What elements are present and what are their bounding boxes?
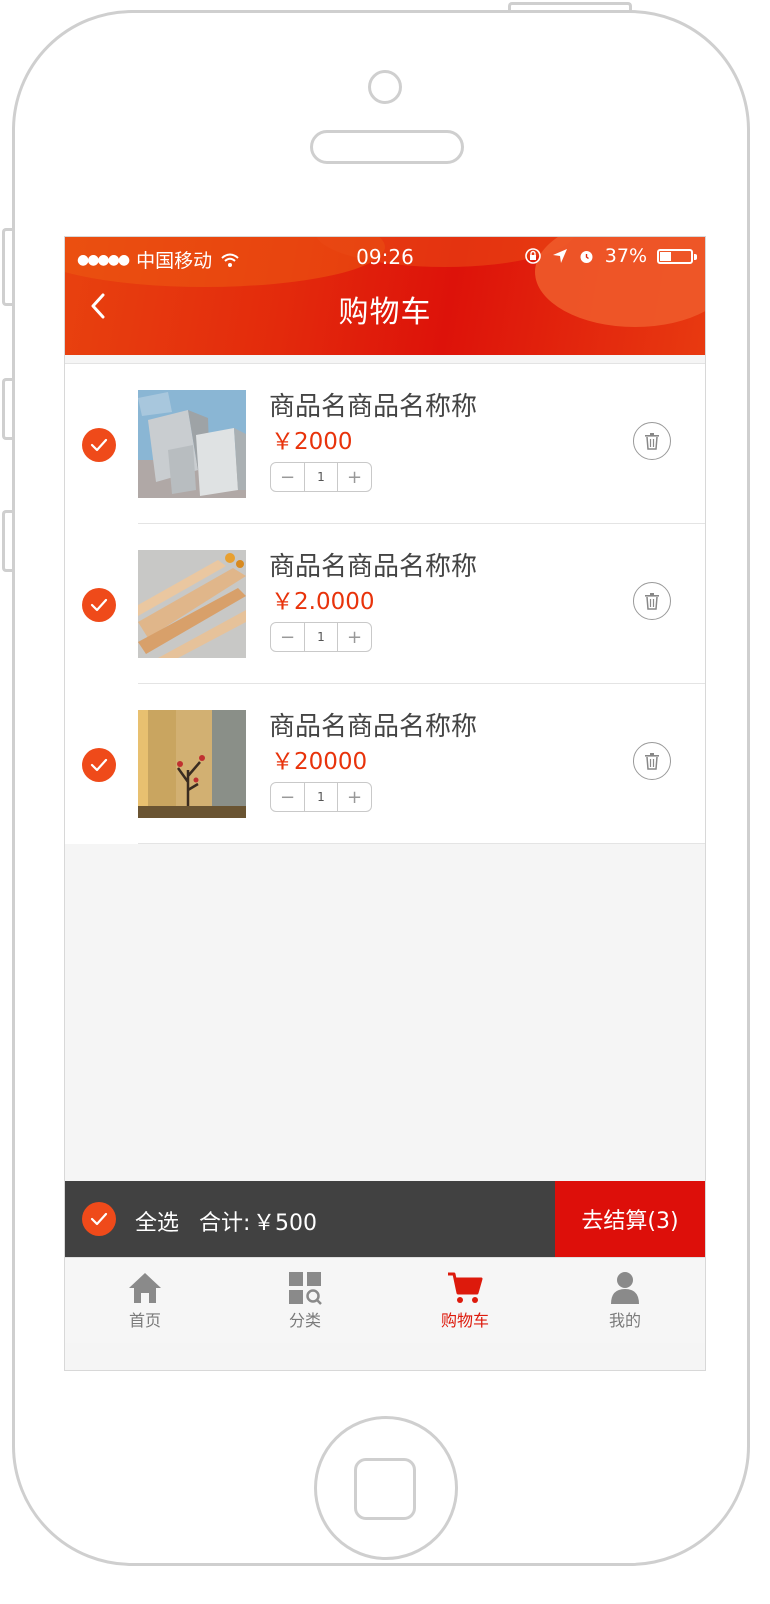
tab-label: 购物车 bbox=[440, 1310, 489, 1330]
earpiece-speaker bbox=[310, 130, 464, 164]
battery-icon bbox=[657, 248, 697, 264]
checkmark-icon bbox=[90, 758, 108, 772]
checkout-bar: 全选 合计: ￥500 去结算(3) bbox=[65, 1181, 705, 1257]
product-price: ￥2000 bbox=[271, 429, 353, 455]
select-all-checkbox[interactable] bbox=[82, 1202, 116, 1236]
header-bar: ●●●●● 中国移动 09:26 37% 购物车 bbox=[65, 237, 705, 355]
product-name[interactable]: 商品名商品名称称 bbox=[269, 546, 477, 583]
item-checkbox[interactable] bbox=[82, 588, 116, 622]
tab-cart[interactable]: 购物车 bbox=[385, 1258, 545, 1343]
bottom-tab-bar: 首页 分类 购物车 我的 bbox=[65, 1257, 705, 1343]
tab-label: 我的 bbox=[608, 1310, 641, 1330]
total-amount: ￥500 bbox=[253, 1211, 317, 1236]
tab-profile[interactable]: 我的 bbox=[545, 1258, 705, 1343]
tab-home[interactable]: 首页 bbox=[65, 1258, 225, 1343]
select-all-label[interactable]: 全选 bbox=[135, 1205, 179, 1237]
user-icon bbox=[611, 1271, 639, 1304]
delete-button[interactable] bbox=[633, 422, 671, 460]
quantity-stepper: − 1 + bbox=[270, 782, 372, 812]
checkmark-icon bbox=[90, 438, 108, 452]
page-title: 购物车 bbox=[338, 295, 432, 330]
product-name[interactable]: 商品名商品名称称 bbox=[269, 706, 477, 743]
product-image[interactable] bbox=[138, 550, 246, 658]
checkout-button[interactable]: 去结算(3) bbox=[555, 1181, 705, 1257]
item-checkbox[interactable] bbox=[82, 748, 116, 782]
quantity-stepper: − 1 + bbox=[270, 622, 372, 652]
battery-percent: 37% bbox=[604, 245, 647, 267]
checkmark-icon bbox=[90, 1212, 108, 1226]
trash-icon bbox=[645, 593, 659, 610]
home-icon bbox=[129, 1272, 161, 1303]
quantity-stepper: − 1 + bbox=[270, 462, 372, 492]
decrease-quantity-button[interactable]: − bbox=[271, 783, 304, 811]
front-camera bbox=[368, 70, 402, 104]
cart-list: 商品名商品名称称 ￥2000 − 1 + 商品名商品名称称 ￥2.0000 − … bbox=[65, 363, 705, 844]
delete-button[interactable] bbox=[633, 742, 671, 780]
location-arrow-icon bbox=[552, 249, 567, 263]
cart-item: 商品名商品名称称 ￥2.0000 − 1 + bbox=[65, 524, 705, 684]
alarm-icon bbox=[580, 250, 593, 263]
category-icon bbox=[289, 1271, 322, 1305]
increase-quantity-button[interactable]: + bbox=[338, 783, 371, 811]
decrease-quantity-button[interactable]: − bbox=[271, 623, 304, 651]
product-image[interactable] bbox=[138, 710, 246, 818]
quantity-value[interactable]: 1 bbox=[304, 783, 338, 811]
status-icons: 37% bbox=[524, 245, 697, 267]
home-button-square bbox=[354, 1458, 416, 1520]
item-divider bbox=[138, 843, 705, 844]
item-checkbox[interactable] bbox=[82, 428, 116, 462]
trash-icon bbox=[645, 433, 659, 450]
battery-fill bbox=[660, 251, 671, 261]
product-price: ￥2.0000 bbox=[271, 589, 375, 615]
tab-label: 分类 bbox=[288, 1310, 321, 1330]
app-screen: ●●●●● 中国移动 09:26 37% 购物车 商品名商品名称称 ￥2000 … bbox=[64, 236, 706, 1371]
increase-quantity-button[interactable]: + bbox=[338, 463, 371, 491]
quantity-value[interactable]: 1 bbox=[304, 623, 338, 651]
increase-quantity-button[interactable]: + bbox=[338, 623, 371, 651]
product-image[interactable] bbox=[138, 390, 246, 498]
cart-item: 商品名商品名称称 ￥20000 − 1 + bbox=[65, 684, 705, 844]
cart-item: 商品名商品名称称 ￥2000 − 1 + bbox=[65, 364, 705, 524]
total-label: 合计: bbox=[199, 1211, 251, 1236]
checkmark-icon bbox=[90, 598, 108, 612]
product-name[interactable]: 商品名商品名称称 bbox=[269, 386, 477, 423]
tab-label: 首页 bbox=[128, 1310, 161, 1330]
decrease-quantity-button[interactable]: − bbox=[271, 463, 304, 491]
orientation-lock-icon bbox=[524, 248, 541, 264]
product-price: ￥20000 bbox=[271, 749, 368, 775]
delete-button[interactable] bbox=[633, 582, 671, 620]
quantity-value[interactable]: 1 bbox=[304, 463, 338, 491]
battery-tip bbox=[694, 253, 697, 260]
status-bar: ●●●●● 中国移动 09:26 37% bbox=[65, 237, 705, 277]
tab-category[interactable]: 分类 bbox=[225, 1258, 385, 1343]
trash-icon bbox=[645, 753, 659, 770]
cart-icon bbox=[448, 1272, 483, 1303]
